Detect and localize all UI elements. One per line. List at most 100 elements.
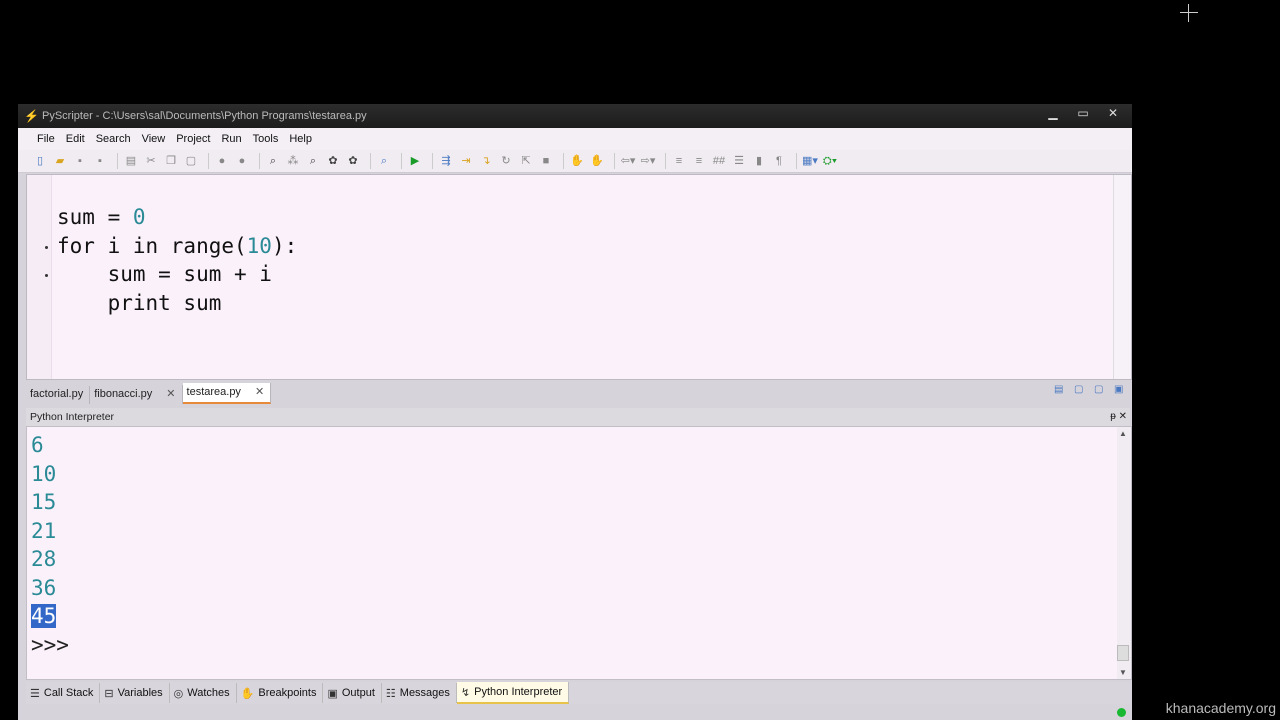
messages-icon: ☷ [385,687,396,700]
code-line[interactable]: for i in range(10): [57,232,297,261]
menu-view[interactable]: View [141,133,174,145]
pyscripter-window: ⚡ PyScripter - C:\Users\sal\Documents\Py… [18,104,1132,720]
tab-factorial[interactable]: factorial.py [26,386,91,404]
code-line[interactable]: sum = 0 [57,203,297,232]
redo-icon[interactable]: ● [234,154,250,168]
fold-marker[interactable] [45,246,48,249]
forward-icon[interactable]: ⇨▾ [640,154,656,168]
scroll-up-icon[interactable]: ▲ [1119,429,1127,438]
bottom-tab-messages[interactable]: ☷ Messages [382,683,457,703]
bottom-tab-label: Watches [187,687,230,699]
output-line: 15 [31,490,57,514]
scroll-down-icon[interactable]: ▼ [1119,668,1127,677]
watermark: khanacademy.org [1165,700,1276,716]
clear-breakpoints-icon[interactable]: ✋ [589,154,605,168]
menu-file[interactable]: File [36,133,63,145]
close-button[interactable]: ✕ [1100,104,1126,122]
bottom-tab-python-interpreter[interactable]: ↯ Python Interpreter [456,682,570,704]
bottom-tab-watches[interactable]: ◎ Watches [170,683,237,703]
title-bar: ⚡ PyScripter - C:\Users\sal\Documents\Py… [18,104,1132,128]
breakpoints-icon: ✋ [240,687,255,700]
output-line: 21 [31,518,57,543]
output-line: 10 [31,461,57,486]
replace-icon[interactable]: ⌕ [305,154,321,168]
code-editor[interactable]: sum = 0 for i in range(10): sum = sum + i… [26,174,1132,380]
menu-help[interactable]: Help [288,133,320,145]
debug-icon[interactable]: ⇶ [438,154,454,168]
panel-pin-close-buttons[interactable]: ᵽ ✕ [1110,408,1127,426]
console-scrollbar[interactable]: ▲ ▼ [1117,427,1131,679]
menu-tools[interactable]: Tools [252,133,287,145]
file-tab-bar: factorial.py fibonacci.py ✕ testarea.py ✕ … [26,382,1130,404]
split-view-icon[interactable]: ▤ [1054,384,1068,396]
tab-testarea[interactable]: testarea.py ✕ [182,383,272,404]
tab-fibonacci[interactable]: fibonacci.py ✕ [90,385,183,404]
close-tab-icon[interactable]: ✕ [255,385,264,398]
find-icon[interactable]: ⌕ [265,154,281,168]
comment-icon[interactable]: ## [711,154,727,168]
save-all-icon[interactable]: ▪ [92,154,108,168]
run-to-cursor-icon[interactable]: ⇥ [458,154,474,168]
list-icon[interactable]: ☰ [731,154,747,168]
layout-icon[interactable]: ▦▾ [802,154,818,168]
menu-project[interactable]: Project [175,133,218,145]
minimize-button[interactable]: ▁ [1040,104,1066,122]
bottom-tab-output[interactable]: ▣ Output [323,683,382,703]
interpreter-output: 6 10 15 21 28 36 45 >>> [31,431,69,659]
open-file-icon[interactable]: ▰ [52,154,68,168]
bottom-tab-call-stack[interactable]: ☰ Call Stack [26,683,101,703]
python-interpreter-icon: ↯ [460,686,471,699]
bottom-tab-variables[interactable]: ⊟ Variables [100,683,170,703]
bottom-tab-label: Messages [399,687,450,699]
selected-output[interactable]: 45 [31,604,57,628]
menu-run[interactable]: Run [220,133,249,145]
new-file-icon[interactable]: ▯ [32,154,48,168]
bottom-tab-label: Breakpoints [258,687,317,699]
step-out-icon[interactable]: ⇱ [518,154,534,168]
undo-icon[interactable]: ● [214,154,230,168]
syntax-check-icon[interactable]: ✿ [325,154,341,168]
step-into-icon[interactable]: ↴ [478,154,494,168]
stop-icon[interactable]: ■ [538,154,554,168]
close-tab-icon[interactable]: ✕ [166,387,175,400]
python-version-icon[interactable]: ⛭▾ [822,154,838,168]
fold-marker[interactable] [45,274,48,277]
output-line: 6 [31,433,44,457]
cut-icon[interactable]: ✂ [143,154,159,168]
pilcrow-icon[interactable]: ¶ [771,154,787,168]
code-line[interactable]: sum = sum + i [57,260,297,289]
status-bar [18,704,1132,720]
print-icon[interactable]: ▤ [123,154,139,168]
toggle-breakpoint-icon[interactable]: ✋ [569,154,585,168]
python-interpreter-console[interactable]: 6 10 15 21 28 36 45 >>> ▲ ▼ [26,426,1132,680]
window-list-icon[interactable]: ▢ [1074,384,1088,396]
run-icon[interactable]: ▶ [407,154,423,168]
pyscripter-logo-icon: ⚡ [24,109,39,123]
maximize-editor-icon[interactable]: ▣ [1114,384,1128,396]
bottom-tab-breakpoints[interactable]: ✋ Breakpoints [237,683,324,703]
code-line[interactable]: print sum [57,289,297,318]
editor-scrollbar[interactable] [1113,175,1131,379]
panel-title: Python Interpreter [30,411,115,423]
source-code[interactable]: sum = 0 for i in range(10): sum = sum + i… [57,203,297,317]
bottom-panel-tabs: ☰ Call Stack ⊟ Variables ◎ Watches ✋ Breakpoint… [26,682,1130,704]
scroll-thumb[interactable] [1117,645,1129,661]
back-icon[interactable]: ⇦▾ [620,154,636,168]
variables-icon: ⊟ [104,687,114,700]
find-next-icon[interactable]: ⁂ [285,154,301,168]
tile-icon[interactable]: ▢ [1094,384,1108,396]
maximize-button[interactable]: ▭ [1070,104,1096,122]
word-wrap-icon[interactable]: ▮ [751,154,767,168]
debug-search-icon[interactable]: ⌕ [376,154,392,168]
step-over-icon[interactable]: ↻ [498,154,514,168]
menu-search[interactable]: Search [95,133,139,145]
paste-icon[interactable]: ▢ [183,154,199,168]
menu-edit[interactable]: Edit [65,133,93,145]
copy-icon[interactable]: ❐ [163,154,179,168]
indent-icon[interactable]: ≡ [671,154,687,168]
save-icon[interactable]: ▪ [72,154,88,168]
dedent-icon[interactable]: ≡ [691,154,707,168]
interpreter-prompt[interactable]: >>> [31,631,69,660]
toolbar: ▯ ▰ ▪ ▪ ▤ ✂ ❐ ▢ ● ● ⌕ ⁂ ⌕ ✿ ✿ ⌕ ▶ ⇶ ⇥ ↴ … [18,150,1132,173]
import-icon[interactable]: ✿ [345,154,361,168]
